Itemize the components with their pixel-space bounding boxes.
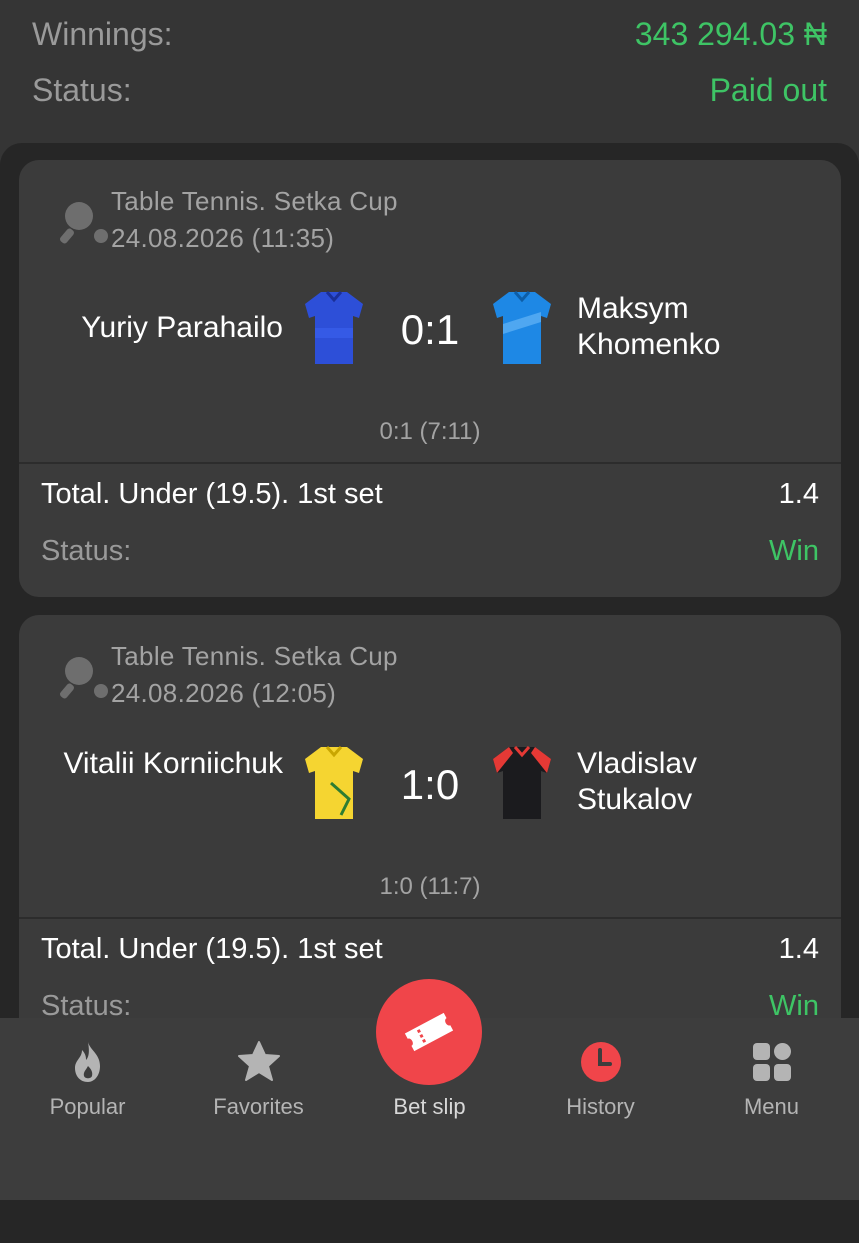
team2-name: Vladislav Stukalov [577,747,698,816]
star-icon [237,1041,280,1081]
ticket-icon [404,1012,454,1052]
match-score: 0:1 [400,306,460,353]
team1-name: Vitalii Korniichuk [63,747,283,780]
winnings-row: Winnings: 343 294.03 ₦ [32,12,827,56]
team1-name: Yuriy Parahailo [81,311,283,344]
period-score: 0:1 (7:11) [379,418,481,445]
status-value: Paid out [709,71,827,108]
bet-status-value: Win [769,535,819,567]
bet-odds: 1.4 [778,933,819,965]
winnings-value: 343 294.03 ₦ [634,15,827,52]
flame-icon [74,1042,100,1082]
divider [19,917,841,919]
tab-popular[interactable]: Popular [2,1018,173,1138]
status-row: Status: Paid out [32,68,827,112]
match-score: 1:0 [400,761,460,808]
grid-icon [752,1043,791,1081]
team1-jersey-icon [305,746,363,819]
tab-menu[interactable]: Menu [686,1018,857,1138]
team2-jersey-icon [493,291,551,364]
team2-name: Maksym Khomenko [577,292,721,361]
bet-summary: Winnings: 343 294.03 ₦ Status: Paid out [0,0,859,145]
tab-label: Menu [743,1094,800,1119]
tab-history[interactable]: History [515,1018,686,1138]
winnings-label: Winnings: [32,15,173,52]
table-tennis-icon [60,202,108,244]
clock-icon [580,1042,621,1082]
bet-slip-button[interactable] [376,979,482,1085]
divider [19,462,841,464]
team2-jersey-icon [493,746,551,819]
status-label: Status: [32,71,132,108]
league-name: Table Tennis. Setka Cup [111,186,398,216]
bet-status-label: Status: [41,535,132,567]
tab-label: History [566,1094,635,1119]
team1-jersey-icon [305,291,363,364]
table-tennis-icon [60,657,108,699]
tab-label: Popular [49,1094,126,1119]
tab-favorites[interactable]: Favorites [173,1018,344,1138]
match-datetime: 24.08.2026 (12:05) [111,678,337,708]
league-name: Table Tennis. Setka Cup [111,641,398,671]
bet-market: Total. Under (19.5). 1st set [41,478,383,510]
bet-market: Total. Under (19.5). 1st set [41,933,383,965]
bet-slip-label: Bet slip [393,1094,466,1119]
period-score: 1:0 (11:7) [379,873,481,900]
bet-card[interactable]: Table Tennis. Setka Cup 24.08.2026 (11:3… [19,160,841,597]
tab-label: Favorites [213,1094,304,1119]
bet-odds: 1.4 [778,478,819,510]
match-datetime: 24.08.2026 (11:35) [111,223,335,253]
